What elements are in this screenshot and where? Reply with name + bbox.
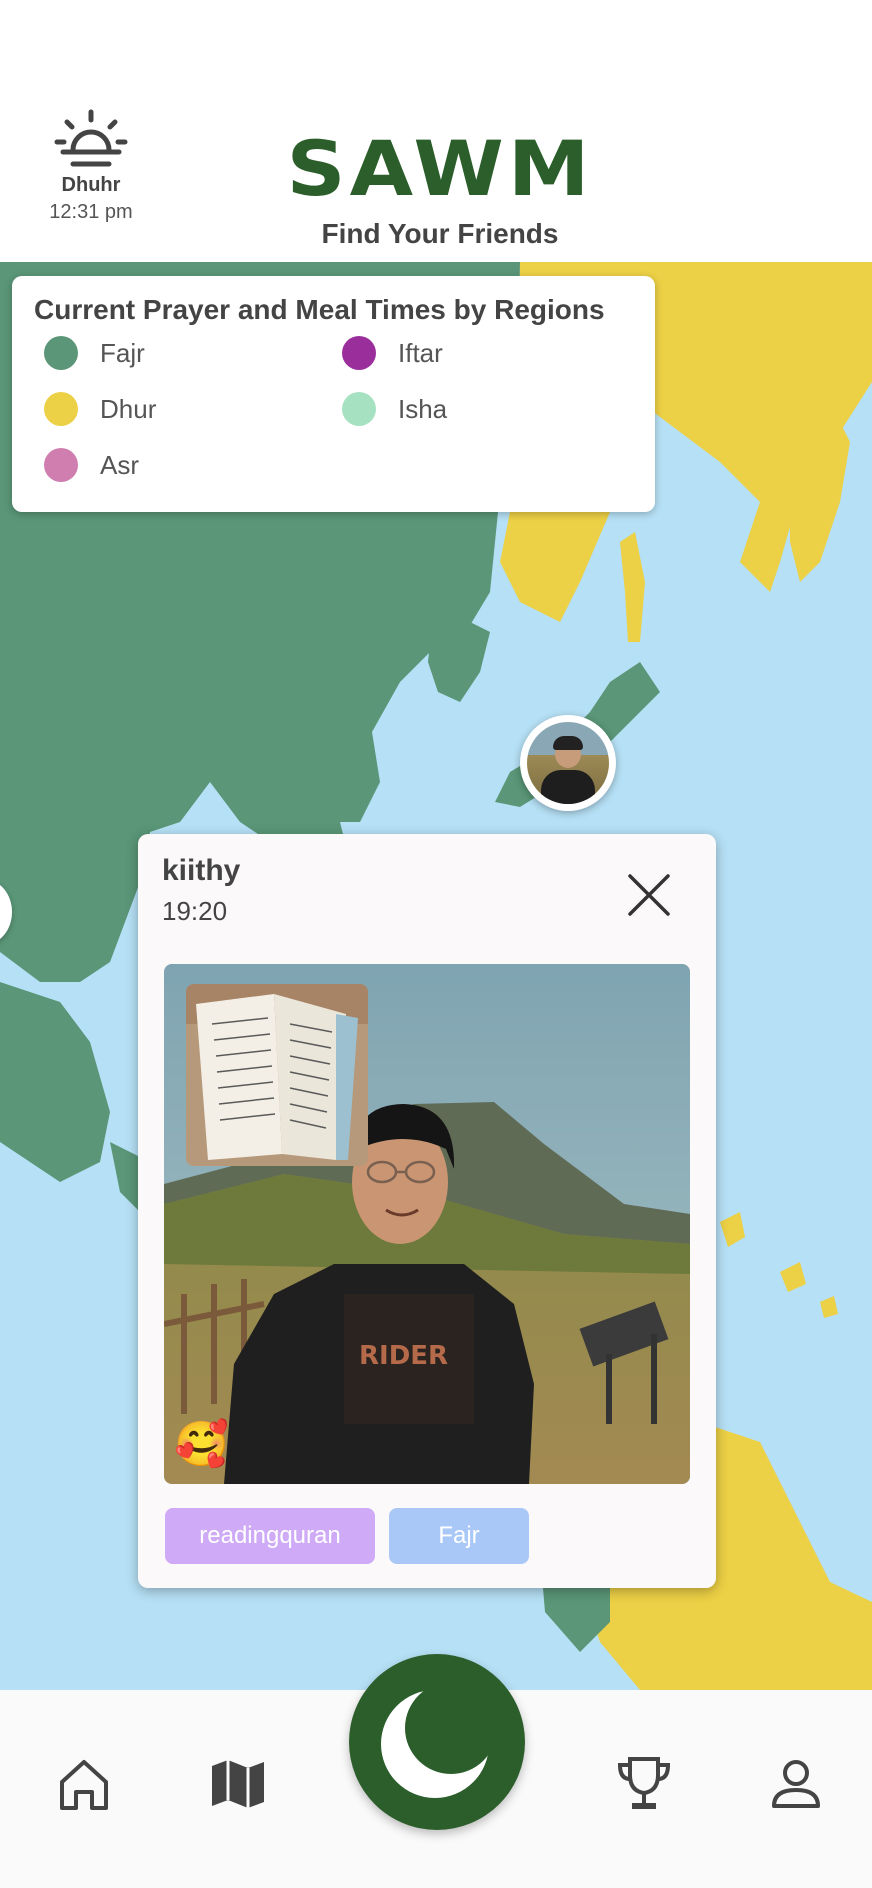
legend-item-dhur: Dhur xyxy=(44,392,156,426)
home-icon xyxy=(60,1760,108,1810)
crescent-icon xyxy=(381,1682,497,1798)
current-prayer-indicator[interactable]: Dhuhr 12:31 pm xyxy=(36,108,146,224)
post-inset-photo[interactable] xyxy=(186,984,368,1166)
current-prayer-name: Dhuhr xyxy=(61,174,121,196)
app-header: Dhuhr 12:31 pm SAWM Find Your Friends xyxy=(0,0,872,262)
friend-post-card: kiithy 19:20 RIDER readingquran Fajr xyxy=(138,834,716,1588)
legend-item-iftar: Iftar xyxy=(342,336,443,370)
nav-profile[interactable] xyxy=(760,1748,832,1820)
post-username[interactable]: kiithy xyxy=(162,854,240,888)
friend-avatar xyxy=(527,722,609,804)
legend-title: Current Prayer and Meal Times by Regions xyxy=(34,294,605,325)
legend-item-asr: Asr xyxy=(44,448,139,482)
sunrise-icon xyxy=(54,109,128,167)
close-button[interactable] xyxy=(624,870,674,920)
post-button[interactable] xyxy=(349,1654,525,1830)
tag-prayer[interactable]: Fajr xyxy=(389,1508,529,1564)
trophy-icon xyxy=(617,1757,671,1809)
legend-dot-dhur xyxy=(44,392,78,426)
legend-label: Dhur xyxy=(100,393,157,424)
nav-home[interactable] xyxy=(48,1748,120,1820)
map-region-sakhalin[interactable] xyxy=(620,532,645,642)
nav-map[interactable] xyxy=(202,1748,274,1820)
legend-label: Asr xyxy=(100,449,139,480)
current-time: 12:31 pm xyxy=(49,201,133,223)
map-region-kamchatka[interactable] xyxy=(790,402,850,582)
legend-item-fajr: Fajr xyxy=(44,336,145,370)
map-icon xyxy=(212,1760,264,1808)
reaction-emoji[interactable]: 🥰 xyxy=(174,1418,229,1470)
legend-label: Isha xyxy=(398,393,448,424)
tag-activity[interactable]: readingquran xyxy=(165,1508,375,1564)
legend-item-isha: Isha xyxy=(342,392,447,426)
legend-dot-iftar xyxy=(342,336,376,370)
quran-book-image xyxy=(186,984,368,1166)
map-legend: Current Prayer and Meal Times by Regions… xyxy=(12,276,655,512)
post-time: 19:20 xyxy=(162,896,228,926)
brand: SAWM Find Your Friends xyxy=(270,128,610,250)
legend-label: Iftar xyxy=(398,337,443,368)
map-region-indochina[interactable] xyxy=(0,982,110,1182)
legend-dot-isha xyxy=(342,392,376,426)
legend-dot-asr xyxy=(44,448,78,482)
svg-text:RIDER: RIDER xyxy=(359,1341,448,1371)
app-title: SAWM xyxy=(286,125,594,214)
page-subtitle: Find Your Friends xyxy=(321,218,559,249)
nav-leaderboard[interactable] xyxy=(608,1748,680,1820)
map-region-islands-east[interactable] xyxy=(720,1212,838,1318)
close-icon xyxy=(628,874,670,916)
profile-icon xyxy=(772,1760,820,1808)
legend-dot-fajr xyxy=(44,336,78,370)
legend-label: Fajr xyxy=(100,337,145,368)
friend-marker-kiithy[interactable] xyxy=(520,715,616,811)
